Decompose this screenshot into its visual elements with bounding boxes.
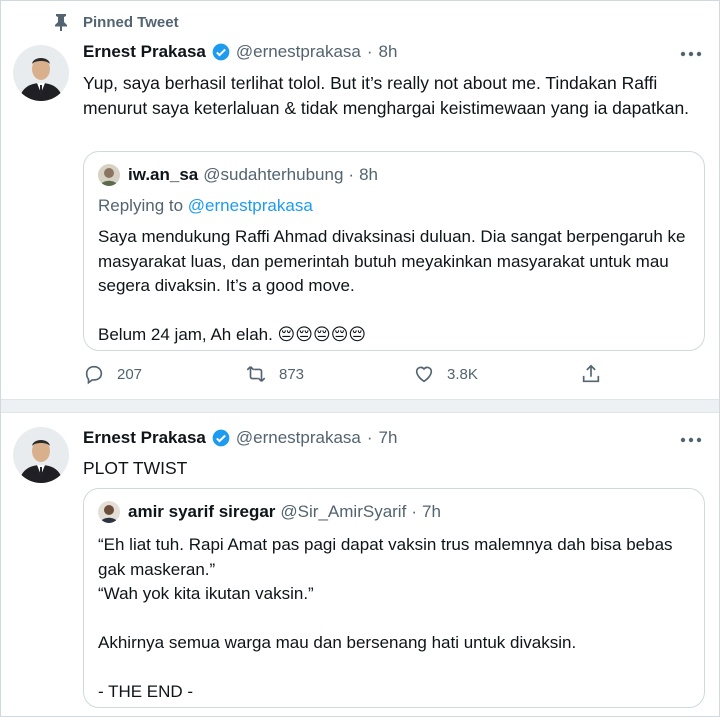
pinned-indicator: Pinned Tweet [53, 13, 179, 31]
quote-author-handle: @Sir_AmirSyarif [280, 502, 407, 521]
tweet-time[interactable]: 7h [379, 428, 398, 448]
author-name[interactable]: Ernest Prakasa [83, 428, 206, 448]
retweet-button[interactable]: 873 [245, 363, 304, 385]
author-name[interactable]: Ernest Prakasa [83, 42, 206, 62]
quoted-tweet[interactable]: iw.an_sa @sudahterhubung · 8h Replying t… [83, 151, 705, 351]
quote-avatar [98, 501, 120, 523]
tweet-text: Yup, saya berhasil terlihat tolol. But i… [83, 73, 690, 118]
reply-button[interactable]: 207 [83, 363, 142, 385]
pin-icon [55, 14, 67, 31]
avatar[interactable] [13, 45, 69, 101]
quoted-tweet[interactable]: amir syarif siregar @Sir_AmirSyarif · 7h… [83, 488, 705, 708]
separator-dot: · [366, 42, 373, 61]
avatar[interactable] [13, 427, 69, 483]
tweet-header: Ernest Prakasa @ernestprakasa · 7h [83, 428, 397, 448]
quote-header: amir syarif siregar @Sir_AmirSyarif · 7h [98, 501, 441, 523]
tweet-text: PLOT TWIST [83, 458, 188, 478]
retweet-icon [246, 366, 266, 382]
like-count: 3.8K [447, 365, 478, 383]
tweet-time[interactable]: 8h [379, 42, 398, 62]
tweet-pinned[interactable]: Pinned Tweet Ernest Prakasa @ernestpraka… [1, 1, 719, 399]
tweet-separator [1, 399, 719, 413]
timeline: Pinned Tweet Ernest Prakasa @ernestpraka… [0, 0, 720, 717]
quote-time: 7h [421, 502, 441, 521]
like-icon [415, 366, 433, 383]
replying-handle-link[interactable]: @ernestprakasa [188, 196, 313, 215]
quote-author-handle: @sudahterhubung [203, 165, 344, 184]
replying-prefix: Replying to [98, 196, 184, 215]
quote-time: 8h [359, 165, 378, 184]
separator-dot: · [411, 502, 417, 521]
tweet-header: Ernest Prakasa @ernestprakasa · 8h [83, 42, 397, 62]
like-button[interactable]: 3.8K [413, 363, 478, 385]
quote-author-name: amir syarif siregar [128, 502, 276, 521]
quote-header: iw.an_sa @sudahterhubung · 8h [98, 164, 378, 186]
more-options-icon[interactable] [679, 435, 703, 445]
replying-to: Replying to @ernestprakasa [98, 196, 313, 216]
pinned-label: Pinned Tweet [83, 13, 179, 31]
tweet-actions: 207 873 3.8K [83, 363, 603, 389]
more-options-icon[interactable] [679, 49, 703, 59]
share-button[interactable] [580, 363, 614, 385]
tweet[interactable]: Ernest Prakasa @ernestprakasa · 7h PLOT … [1, 413, 719, 716]
separator-dot: · [366, 428, 373, 447]
author-handle[interactable]: @ernestprakasa [236, 428, 361, 448]
author-handle[interactable]: @ernestprakasa [236, 42, 361, 62]
quote-text: “Eh liat tuh. Rapi Amat pas pagi dapat v… [98, 535, 673, 701]
share-icon [582, 364, 600, 383]
retweet-count: 873 [279, 365, 305, 383]
quote-author-name: iw.an_sa [128, 165, 199, 184]
reply-count: 207 [117, 365, 143, 383]
verified-badge-icon [212, 429, 230, 447]
verified-badge-icon [212, 43, 230, 61]
separator-dot: · [348, 165, 355, 184]
reply-icon [85, 365, 103, 385]
quote-text: Saya mendukung Raffi Ahmad divaksinasi d… [98, 227, 686, 344]
quote-avatar [98, 164, 120, 186]
